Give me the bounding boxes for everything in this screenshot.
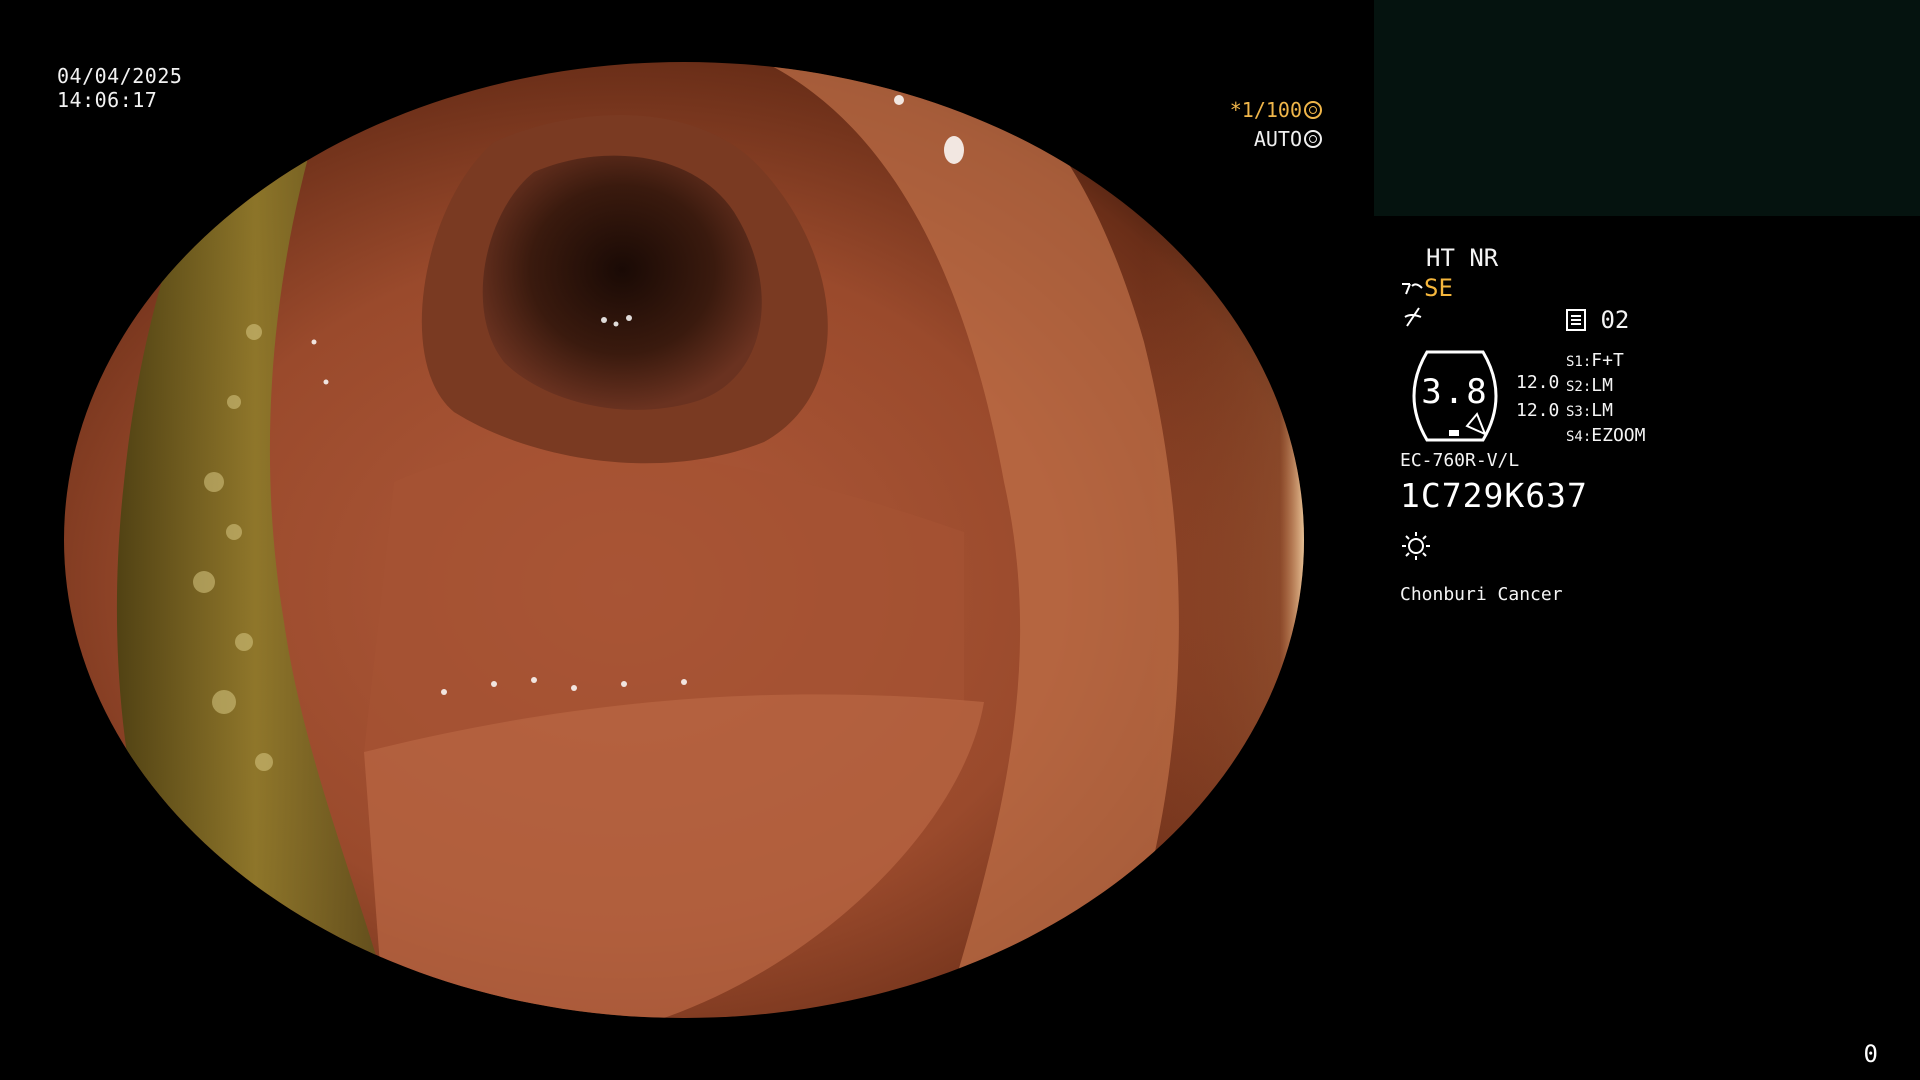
shutter-icon: [1304, 101, 1322, 119]
switch-row: S1:F+T: [1566, 350, 1624, 371]
scope-model: EC-760R-V/L: [1400, 450, 1520, 471]
color-mode: [1402, 306, 1424, 332]
iris-icon: [1304, 130, 1322, 148]
frame-counter: 0: [1863, 1040, 1878, 1068]
structure-mode-label: SE: [1424, 274, 1453, 302]
thumbnail-area: [1374, 0, 1920, 216]
switch-list: S1:F+T S2:LM S3:LM S4:EZOOM: [1566, 350, 1645, 450]
shutter-speed-label: *1/100: [1229, 98, 1302, 122]
structure-enhancement-icon: [1402, 283, 1423, 295]
color-mode-icon: [1404, 307, 1422, 327]
institution-label: Chonburi Cancer: [1400, 584, 1563, 605]
iris-mode: AUTO: [1254, 127, 1322, 151]
iris-mode-label: AUTO: [1253, 127, 1302, 151]
shutter-speed: *1/100: [1230, 98, 1322, 122]
light-indicator: [1400, 530, 1432, 566]
switch-row: S2:LM: [1566, 375, 1613, 396]
time-label: 14:06:17: [57, 88, 158, 112]
gauge-top-value: 12.0: [1516, 372, 1560, 393]
structure-mode: SE: [1400, 274, 1453, 302]
brightness-icon: [1402, 532, 1430, 560]
date-label: 04/04/2025: [57, 64, 183, 88]
switch-row: S3:LM: [1566, 400, 1613, 421]
memory-count: 02: [1600, 306, 1630, 334]
endoscopic-image: [64, 62, 1304, 1018]
memory-card-icon: [1566, 309, 1586, 331]
gauge-value: 3.8: [1421, 372, 1489, 412]
enhancement-label: HT NR: [1426, 244, 1499, 272]
gauge-bottom-value: 12.0: [1516, 400, 1560, 421]
scope-serial: 1C729K637: [1400, 476, 1588, 515]
switch-row: S4:EZOOM: [1566, 425, 1646, 446]
memory-indicator: 02: [1566, 306, 1629, 334]
